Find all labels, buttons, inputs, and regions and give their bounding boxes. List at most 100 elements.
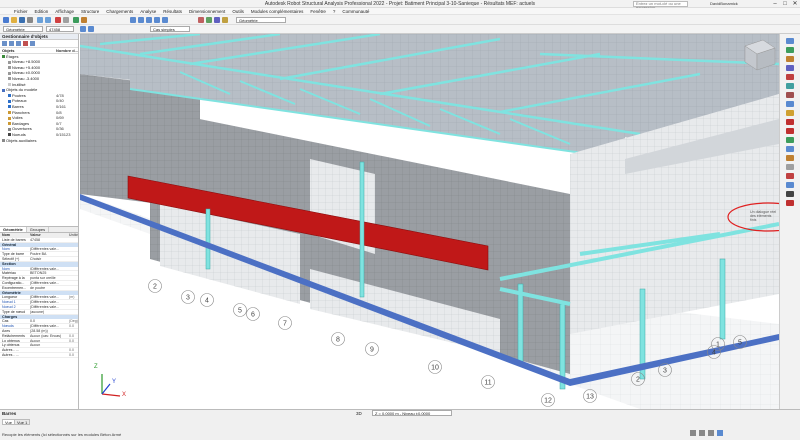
save-icon[interactable] [19,17,25,23]
menu-item[interactable]: Outils [232,9,244,14]
opening-icon[interactable] [786,119,794,125]
calc-icon[interactable] [786,128,794,134]
property-value: Choisir [30,256,42,261]
zoom-icon[interactable] [138,17,144,23]
diagram-icon[interactable] [786,155,794,161]
menu-item[interactable]: Analyse [140,9,156,14]
structure-type-combo[interactable]: Géométrie [3,26,43,32]
search-input[interactable]: Entrez un mot-clé ou une expression [633,1,688,10]
refresh-icon[interactable] [30,41,35,46]
svg-text:7: 7 [283,320,287,327]
display-icon[interactable] [88,26,94,32]
calculate-icon[interactable] [73,17,79,23]
view-combo[interactable]: Géométrie [236,17,286,23]
svg-text:2: 2 [636,376,640,383]
minimize-button[interactable]: – [770,0,780,8]
tree-item-icon [8,77,11,81]
property-name: Noeud 1 [2,300,16,304]
map-icon[interactable] [786,146,794,152]
mesh-icon[interactable] [786,101,794,107]
property-unit [69,271,78,275]
load-icon[interactable] [222,17,228,23]
tree-item-label: Voiles [12,115,23,121]
tree-item-icon [8,110,11,114]
filter-icon[interactable] [80,26,86,32]
reinforcement-icon[interactable] [786,200,794,206]
undo-icon[interactable] [37,17,43,23]
print-icon[interactable] [27,17,33,23]
new-file-icon[interactable] [3,17,9,23]
select-bar-icon[interactable] [786,47,794,53]
property-name: Ly obtenus [2,343,20,348]
snap-icon[interactable] [690,430,696,436]
display-icon[interactable] [786,182,794,188]
bar-icon[interactable] [198,17,204,23]
3d-viewport[interactable]: 2 3 4 5 6 7 8 9 10 11 12 13 1 2 3 4 5 Un dialogue réel d… [80,34,779,409]
support-icon[interactable] [214,17,220,23]
menu-item[interactable]: Fenêtre [310,9,326,14]
menu-item[interactable]: Communauté [342,9,369,14]
node-icon[interactable] [206,17,212,23]
zoom-extents-icon[interactable] [162,17,168,23]
tab-geometry[interactable]: Géométrie [0,227,27,232]
load-icon[interactable] [786,92,794,98]
menu-item[interactable]: Structure [81,9,99,14]
panel-icon[interactable] [786,110,794,116]
material-icon[interactable] [786,65,794,71]
window-title: Autodesk Robot Structural Analysis Profe… [264,0,536,7]
properties-icon[interactable] [63,17,69,23]
maximize-button[interactable]: □ [780,0,790,8]
pan-icon[interactable] [146,17,152,23]
menu-item[interactable]: Modules complémentaires [251,9,304,14]
grid-icon[interactable] [699,430,705,436]
select-icon[interactable] [130,17,136,23]
design-icon[interactable] [786,173,794,179]
section-icon[interactable] [786,56,794,62]
grid-axis-label: 12 [541,393,555,407]
delete-icon[interactable] [55,17,61,23]
property-value [30,353,69,357]
close-button[interactable]: ✕ [790,0,800,8]
menu-item[interactable]: Fichier [14,9,28,14]
collapse-icon[interactable] [16,41,21,46]
support-icon[interactable] [786,74,794,80]
property-value: Aucun [30,343,41,348]
tab-view-1[interactable]: Vue 1 [14,419,31,425]
property-row[interactable]: Autres - ... 0.0 [0,353,78,358]
cases-combo[interactable]: Cas simples [150,26,190,32]
results-icon[interactable] [786,137,794,143]
layer-icon[interactable] [786,191,794,197]
level-combo[interactable]: Z = 0.0000 m - Niveau ±0.0000 [372,410,452,416]
node-id-field[interactable]: 47458 [46,26,74,32]
structure-model[interactable]: 23 4567891011121312345 [80,34,779,409]
svg-text:4: 4 [712,349,716,356]
tree-item[interactable]: Objets auxiliaires [0,138,78,144]
grid-axis-label: 5 [233,303,247,317]
svg-text:10: 10 [431,364,439,371]
tree-item-label: Planchers [12,109,30,115]
filter-icon[interactable] [2,41,7,46]
rotate-icon[interactable] [154,17,160,23]
redo-icon[interactable] [45,17,51,23]
menu-item[interactable]: ? [333,9,336,14]
right-toolbar [779,34,800,409]
user-name[interactable]: DavidBonamick [710,1,770,7]
expand-icon[interactable] [9,41,14,46]
svg-text:5: 5 [238,307,242,314]
menu-item[interactable]: Edition [35,9,49,14]
property-unit [69,257,78,261]
units-icon[interactable] [717,430,723,436]
results-icon[interactable] [81,17,87,23]
menu-item[interactable]: Résultats [163,9,182,14]
open-file-icon[interactable] [11,17,17,23]
menu-item[interactable]: Dimensionnement [189,9,225,14]
select-node-icon[interactable] [786,38,794,44]
menu-item[interactable]: Chargements [106,9,133,14]
delete-icon[interactable] [23,41,28,46]
release-icon[interactable] [786,83,794,89]
ortho-icon[interactable] [708,430,714,436]
menu-item[interactable]: Affichage [55,9,74,14]
table-icon[interactable] [786,164,794,170]
tab-groups[interactable]: Groupes [27,227,50,232]
property-unit [69,252,78,256]
